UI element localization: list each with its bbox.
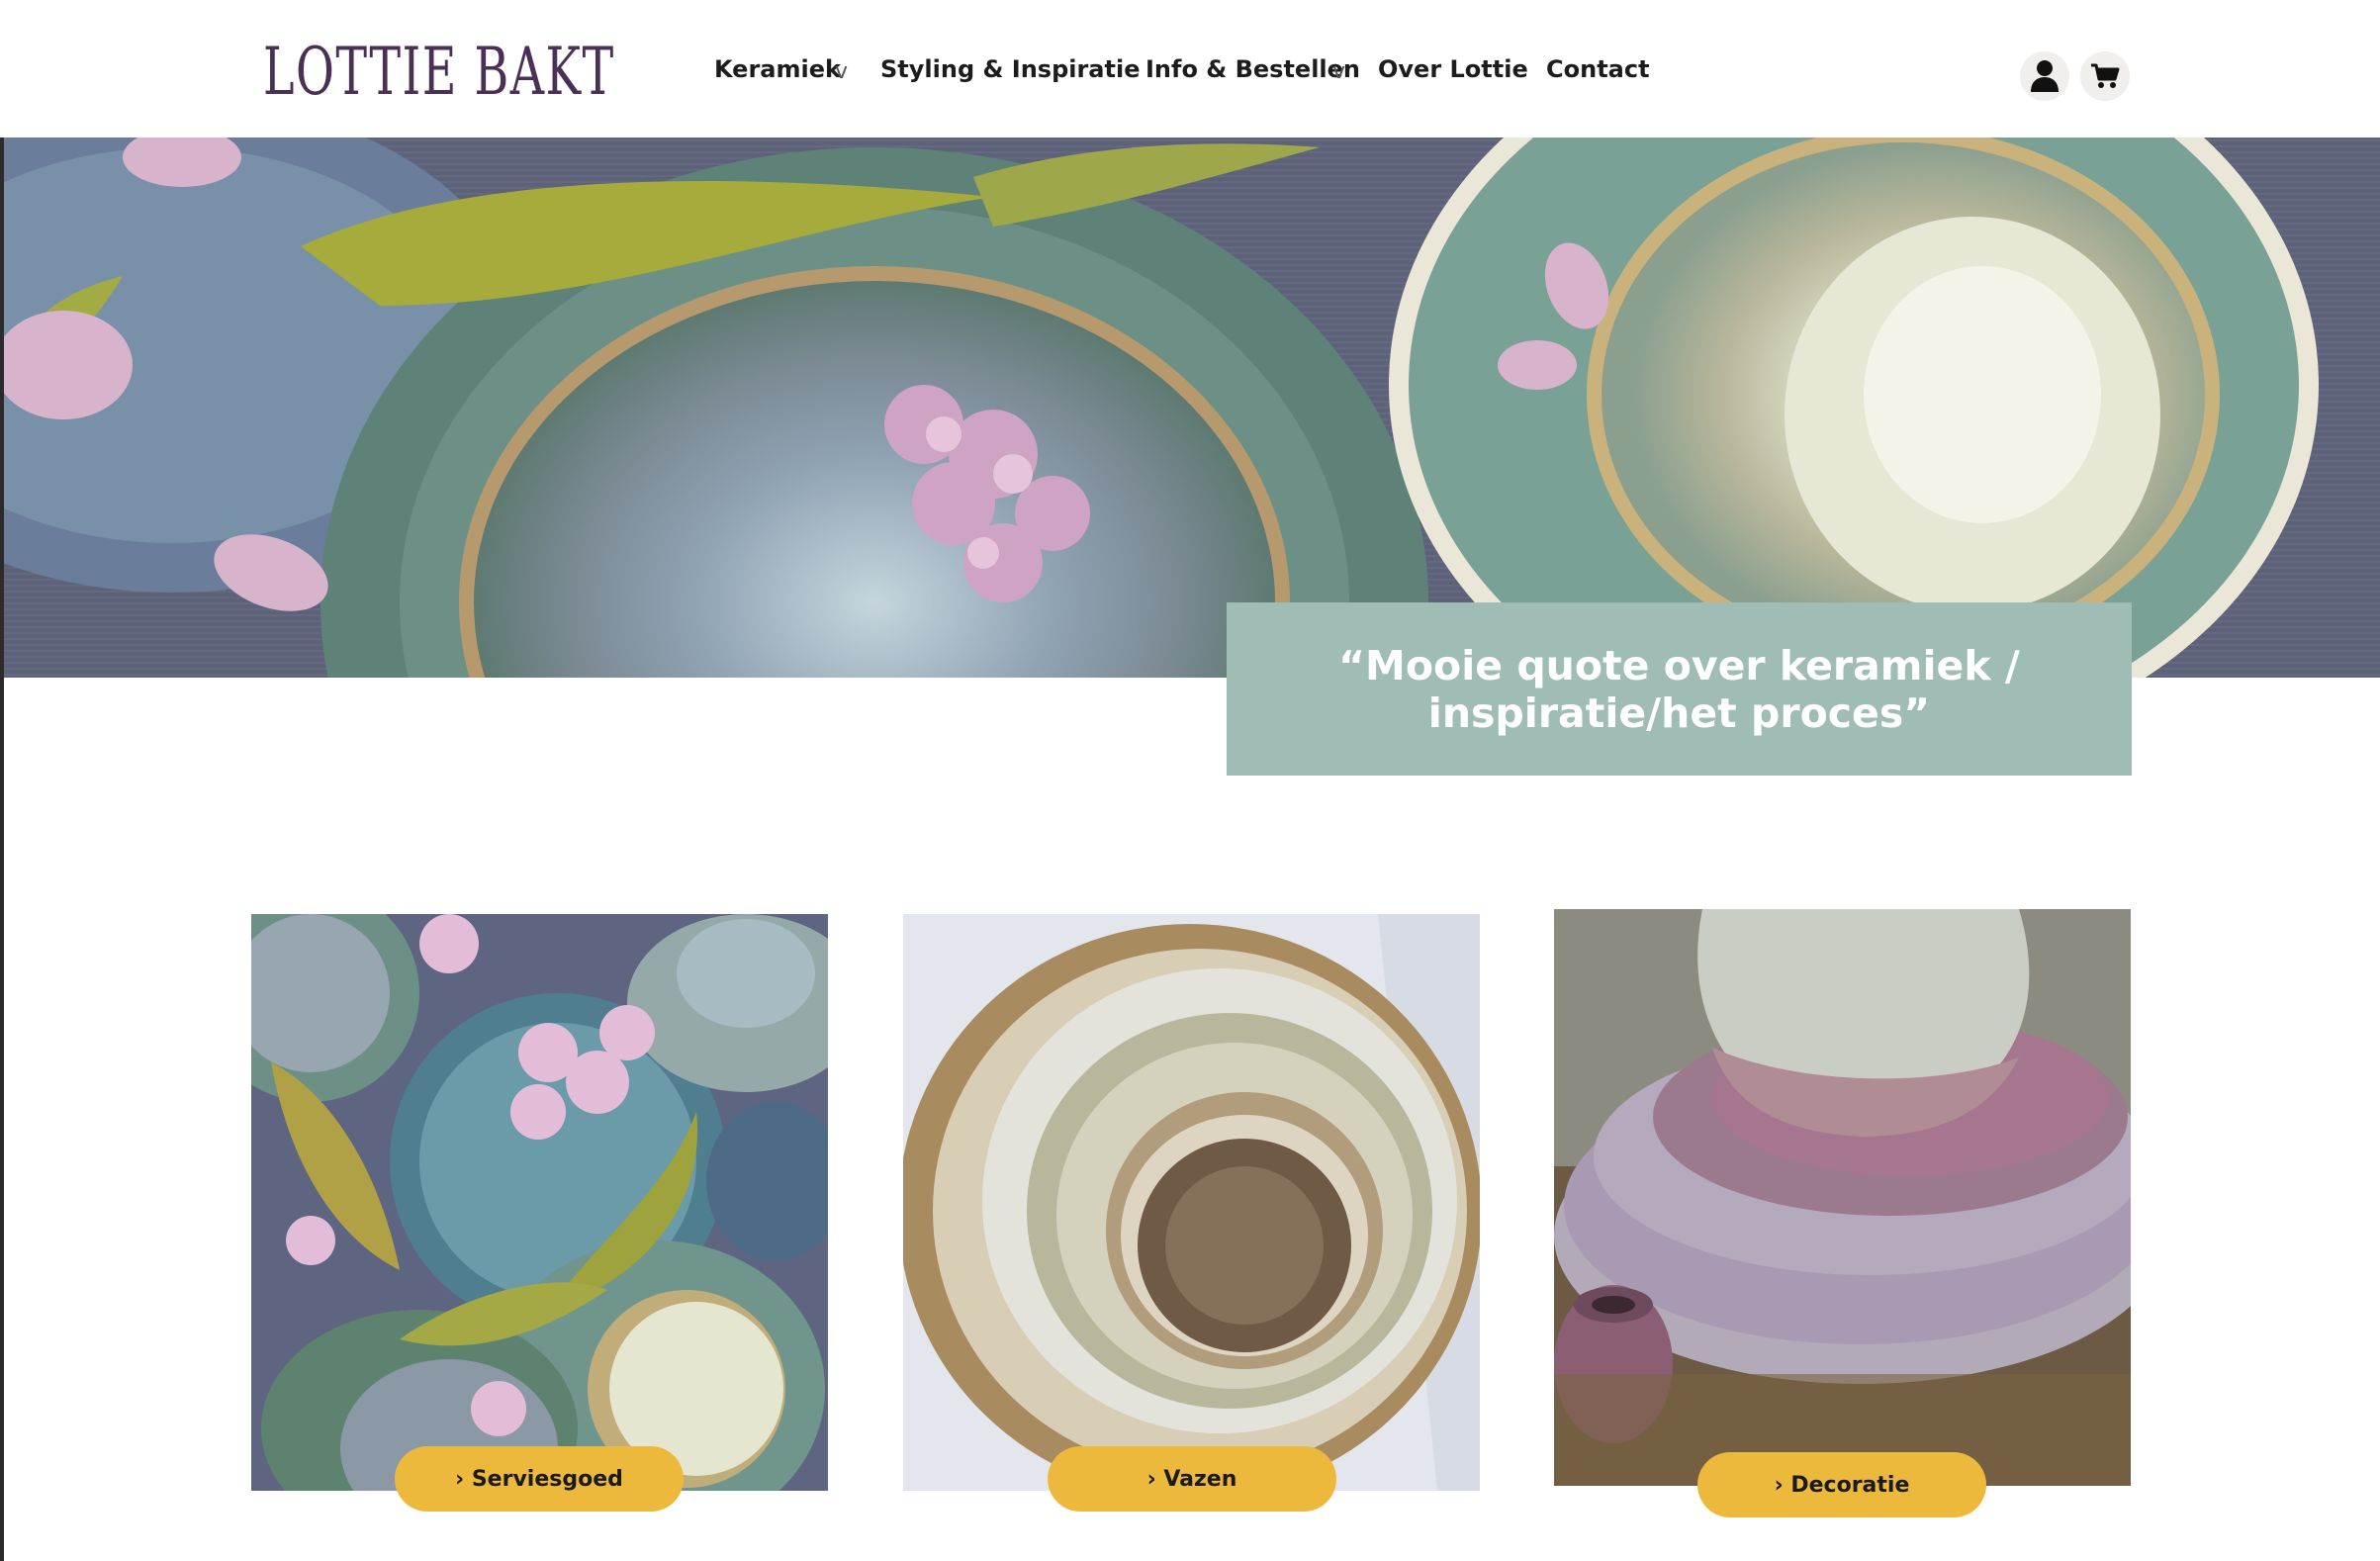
category-image-serviesgoed[interactable]: [251, 914, 828, 1491]
nav-item-info-bestellen[interactable]: Info & Bestellen: [1145, 55, 1360, 83]
decoratie-photo: [1554, 909, 2131, 1486]
account-button[interactable]: [2020, 51, 2069, 101]
serviesgoed-button[interactable]: › Serviesgoed: [395, 1446, 684, 1512]
hero-banner: [4, 138, 2380, 678]
nav-item-over-lottie[interactable]: Over Lottie: [1378, 55, 1528, 83]
site-header: LOTTIE BAKT Keramiek v Styling & Inspira…: [0, 0, 2380, 138]
cart-button[interactable]: [2080, 51, 2130, 101]
chevron-down-icon[interactable]: v: [835, 59, 848, 84]
category-image-vazen[interactable]: [903, 914, 1480, 1491]
decoratie-button[interactable]: › Decoratie: [1697, 1452, 1986, 1517]
nav-item-keramiek[interactable]: Keramiek: [714, 55, 841, 83]
cart-icon: [2091, 63, 2120, 88]
hero-image: [4, 138, 2380, 678]
chevron-down-icon[interactable]: v: [1332, 59, 1345, 84]
user-icon: [2031, 60, 2059, 92]
hero-quote: “Mooie quote over keramiek / inspiratie/…: [1338, 641, 2020, 737]
serviesgoed-photo: [251, 914, 828, 1491]
category-image-decoratie[interactable]: [1554, 909, 2131, 1486]
vazen-photo: [903, 914, 1480, 1491]
vazen-button[interactable]: › Vazen: [1048, 1446, 1336, 1512]
nav-item-contact[interactable]: Contact: [1546, 55, 1650, 83]
hero-quote-box: “Mooie quote over keramiek / inspiratie/…: [1227, 602, 2132, 776]
site-logo[interactable]: LOTTIE BAKT: [263, 34, 615, 110]
nav-item-styling-inspiratie[interactable]: Styling & Inspiratie: [880, 55, 1140, 83]
